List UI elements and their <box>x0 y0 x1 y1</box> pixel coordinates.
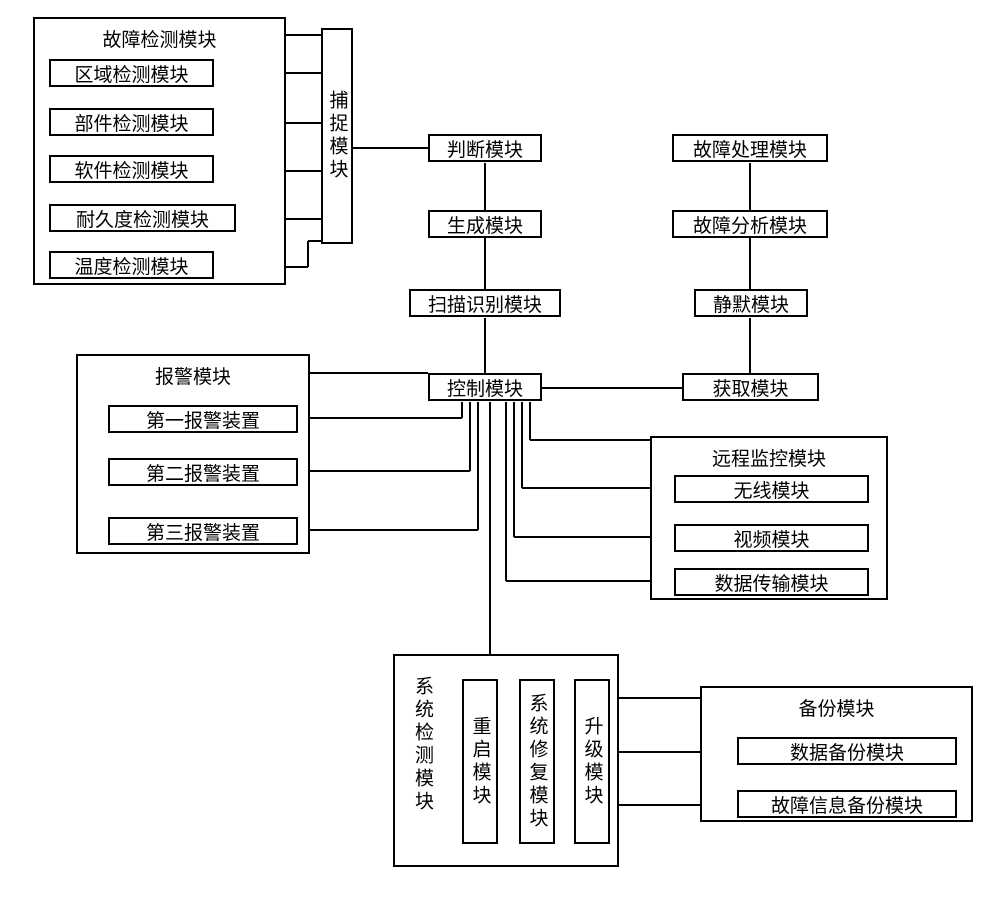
scan-identify-module: 扫描识别模块 <box>409 289 561 317</box>
fault-detect-group: 故障检测模块 区域检测模块 部件检测模块 软件检测模块 耐久度检测模块 温度检测… <box>33 17 286 285</box>
data-transfer-module: 数据传输模块 <box>674 568 869 596</box>
remote-group: 远程监控模块 无线模块 视频模块 数据传输模块 <box>650 436 888 600</box>
restart-module: 重启模块 <box>462 679 498 844</box>
wireless-module: 无线模块 <box>674 475 869 503</box>
alarm-2: 第二报警装置 <box>108 458 298 486</box>
capture-module: 捕捉模块 <box>321 28 353 244</box>
backup-group: 备份模块 数据备份模块 故障信息备份模块 <box>700 686 973 822</box>
sys-repair-module: 系统修复模块 <box>519 679 555 844</box>
video-module: 视频模块 <box>674 524 869 552</box>
durability-detect-module: 耐久度检测模块 <box>49 204 236 232</box>
temp-detect-module: 温度检测模块 <box>49 251 214 279</box>
sys-check-group: 系统检测模块 重启模块 系统修复模块 升级模块 <box>393 654 619 867</box>
upgrade-module: 升级模块 <box>574 679 610 844</box>
fault-info-backup-module: 故障信息备份模块 <box>737 790 957 818</box>
data-backup-module: 数据备份模块 <box>737 737 957 765</box>
alarm-group: 报警模块 第一报警装置 第二报警装置 第三报警装置 <box>76 354 310 554</box>
sys-check-title: 系统检测模块 <box>409 676 436 814</box>
backup-title: 备份模块 <box>702 694 971 721</box>
silent-module: 静默模块 <box>694 289 808 317</box>
remote-title: 远程监控模块 <box>652 444 886 471</box>
judge-module: 判断模块 <box>428 134 542 162</box>
acquire-module: 获取模块 <box>682 373 819 401</box>
soft-detect-module: 软件检测模块 <box>49 155 214 183</box>
fault-process-module: 故障处理模块 <box>672 134 828 162</box>
area-detect-module: 区域检测模块 <box>49 59 214 87</box>
fault-detect-title: 故障检测模块 <box>35 25 284 52</box>
control-module: 控制模块 <box>428 373 542 401</box>
part-detect-module: 部件检测模块 <box>49 108 214 136</box>
alarm-title: 报警模块 <box>78 362 308 389</box>
fault-analysis-module: 故障分析模块 <box>672 210 828 238</box>
alarm-1: 第一报警装置 <box>108 405 298 433</box>
generate-module: 生成模块 <box>428 210 542 238</box>
alarm-3: 第三报警装置 <box>108 517 298 545</box>
